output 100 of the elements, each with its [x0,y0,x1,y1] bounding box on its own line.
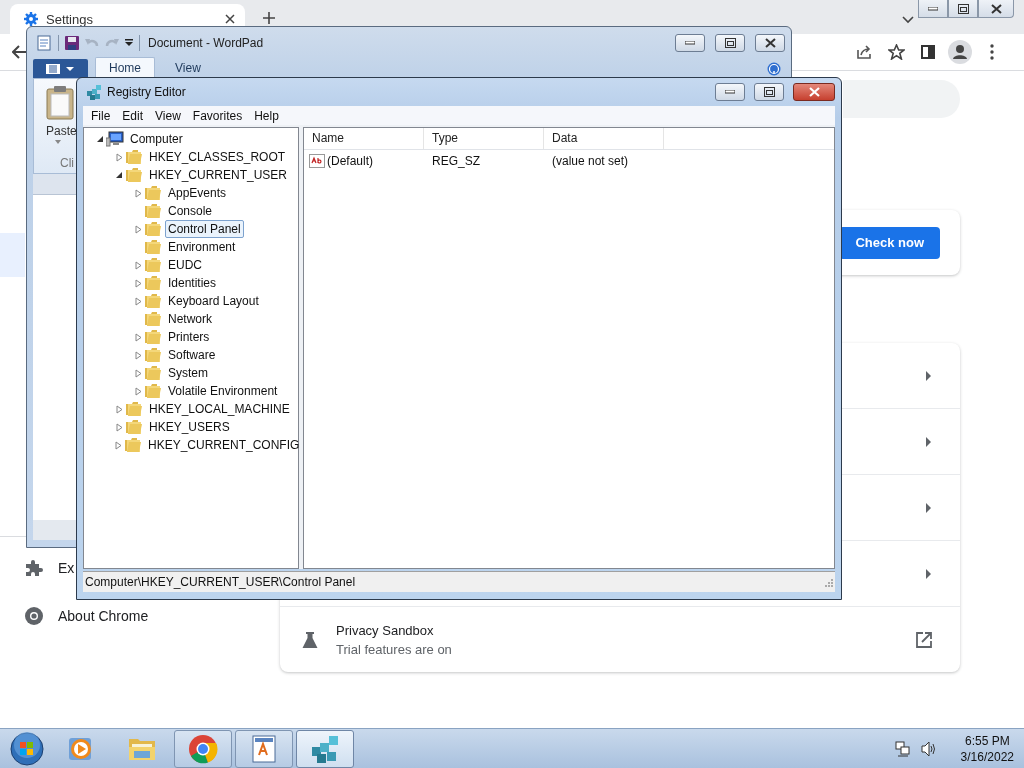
browser-icon [188,733,218,764]
taskbar-button[interactable] [235,729,293,768]
new-tab-icon[interactable] [263,12,275,24]
table-cell-text: (value not set) [551,154,630,168]
column-header[interactable]: Type [424,128,544,149]
arrow-right-icon[interactable] [926,568,932,579]
arrow-right-icon[interactable] [926,370,932,381]
close-icon[interactable] [225,14,235,24]
tree-item[interactable]: HKEY_LOCAL_MACHINE [146,400,293,418]
close-icon[interactable] [793,83,835,101]
close-icon[interactable] [755,34,785,52]
minimize-icon[interactable] [715,83,745,101]
arrow-right-icon[interactable] [926,502,932,513]
computer-icon [106,131,124,147]
tree-item[interactable]: Printers [165,328,213,346]
cubes-icon[interactable] [86,84,102,100]
search-field[interactable] [843,80,960,118]
expand-icon[interactable] [134,368,142,378]
folder-icon [125,167,143,183]
tree-item[interactable]: Computer [127,130,186,148]
menu-item[interactable]: Edit [116,108,150,123]
resize-grip-icon[interactable] [824,577,833,587]
tree-item[interactable]: Software [165,346,219,364]
tree-item[interactable]: HKEY_CURRENT_CONFIG [145,436,303,454]
menu-item[interactable]: View [149,108,187,123]
restore-icon[interactable] [948,0,978,18]
clock-date[interactable]: 3/16/2022 [960,748,1014,765]
ribbon-tab[interactable]: Home [95,57,155,78]
clock-time[interactable]: 6:55 PM [964,732,1010,749]
minimize-icon[interactable] [675,34,705,52]
taskbar-button[interactable] [174,729,232,768]
expand-icon[interactable] [134,188,142,198]
close-icon[interactable] [978,0,1014,18]
expand-icon[interactable] [134,260,142,270]
chevron-down-icon[interactable] [902,16,914,24]
caret-icon[interactable] [55,140,61,144]
row-subtitle: Trial features are on [336,641,452,657]
expand-icon[interactable] [134,386,142,396]
check-now-button[interactable]: Check now [839,226,940,259]
menu-item[interactable]: Favorites [186,108,249,123]
paste-label[interactable]: Paste [46,124,77,138]
menu-item[interactable]: File [85,108,117,123]
external-link-icon[interactable] [916,631,932,648]
menu-item[interactable]: Help [248,108,285,123]
expand-icon[interactable] [134,296,142,306]
tree-item[interactable]: HKEY_USERS [146,418,233,436]
folder-icon [125,419,143,435]
arrow-right-icon[interactable] [926,436,932,447]
tree-item[interactable]: Network [165,310,215,328]
folder-icon [144,221,162,237]
tree-item[interactable]: Control Panel [165,220,244,238]
expand-icon[interactable] [115,152,123,162]
taskbar-button[interactable] [296,729,354,768]
clipboard-icon[interactable] [46,86,74,120]
document-icon[interactable] [36,35,52,51]
dropdown-icon[interactable] [125,39,133,47]
ribbon-tab[interactable]: View [162,58,214,78]
folder-icon [144,257,162,273]
document-icon [252,734,276,763]
back-icon[interactable] [12,45,28,59]
folder-icon [144,383,162,399]
folder-icon [144,293,162,309]
tree-item[interactable]: AppEvents [165,184,230,202]
collapse-icon[interactable] [115,171,123,179]
save-icon[interactable] [65,36,79,50]
column-header[interactable]: Data [544,128,664,149]
column-header[interactable]: Name [304,128,424,149]
expand-icon[interactable] [134,332,142,342]
tree-item[interactable]: Keyboard Layout [165,292,262,310]
network-icon[interactable] [894,740,911,757]
ruler [33,174,76,195]
tree-item[interactable]: Environment [165,238,239,256]
tree-item[interactable]: HKEY_CLASSES_ROOT [146,148,289,166]
start-button-icon[interactable] [10,731,44,766]
expand-icon[interactable] [134,224,142,234]
folder-icon [125,149,143,165]
tree-item[interactable]: Volatile Environment [165,382,281,400]
expand-icon[interactable] [115,440,122,450]
folder-icon [144,329,162,345]
sidebar-item[interactable]: Ex [0,550,75,586]
group-label: Cli [60,156,74,170]
expand-icon[interactable] [134,278,142,288]
help-icon[interactable] [767,62,781,76]
folder-icon [144,365,162,381]
status-bar [33,520,76,540]
maximize-icon[interactable] [715,34,745,52]
collapse-icon[interactable] [96,135,104,143]
sidebar-item[interactable]: About Chrome [0,601,149,631]
tree-item[interactable]: Console [165,202,216,220]
tree-item[interactable]: EUDC [165,256,205,274]
expand-icon[interactable] [115,404,123,414]
tree-item[interactable]: Identities [165,274,220,292]
expand-icon[interactable] [115,422,123,432]
maximize-icon[interactable] [754,83,784,101]
tree-item[interactable]: HKEY_CURRENT_USER [146,166,291,184]
app-menu-icon[interactable] [33,59,88,78]
tree-item[interactable]: System [165,364,211,382]
expand-icon[interactable] [134,350,142,360]
cubes-icon [310,733,340,764]
volume-icon[interactable] [920,740,937,757]
